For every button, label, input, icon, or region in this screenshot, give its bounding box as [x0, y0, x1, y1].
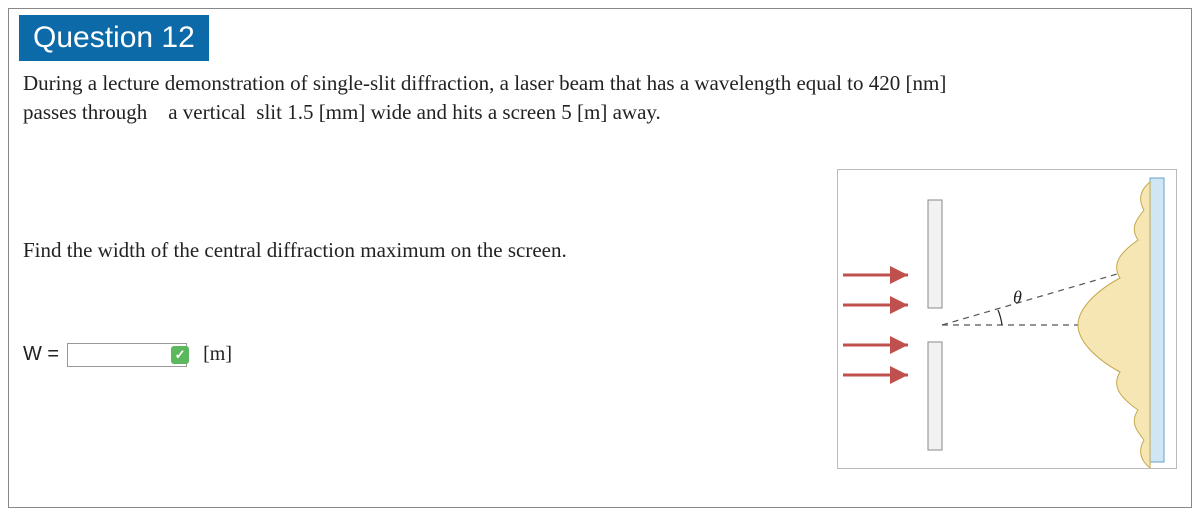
diffraction-diagram: θ: [837, 169, 1177, 469]
checkmark-icon: ✓: [171, 346, 189, 364]
unit-label: [m]: [203, 343, 232, 366]
theta-label: θ: [1013, 287, 1022, 307]
diagram-svg: θ: [838, 170, 1178, 470]
problem-statement: During a lecture demonstration of single…: [9, 61, 1191, 128]
problem-line-1: During a lecture demonstration of single…: [23, 71, 946, 95]
answer-label: W =: [23, 343, 59, 366]
question-badge: Question 12: [19, 15, 209, 61]
question-container: Question 12 During a lecture demonstrati…: [8, 8, 1192, 508]
problem-line-2: passes through a vertical slit 1.5 [mm] …: [23, 100, 661, 124]
answer-input[interactable]: [67, 343, 187, 367]
